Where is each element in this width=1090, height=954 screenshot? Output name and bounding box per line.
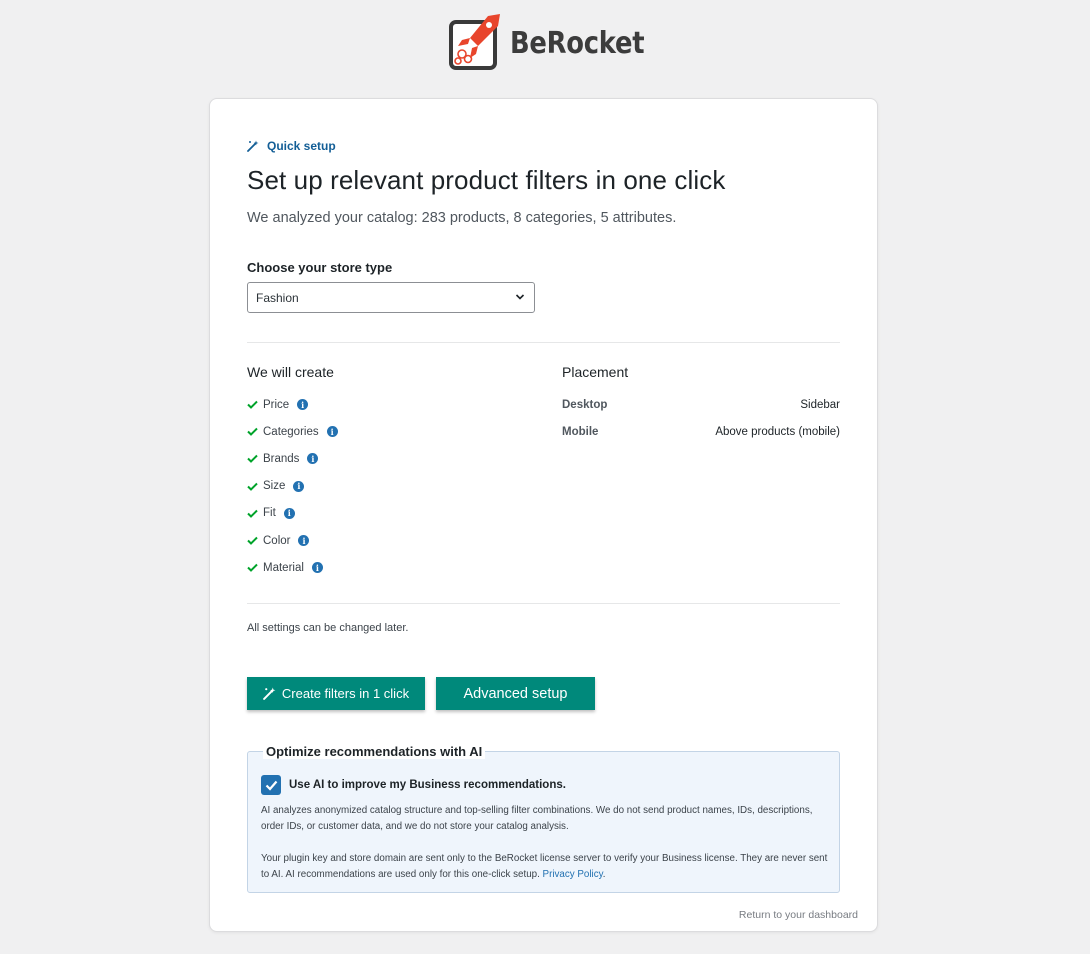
- info-icon[interactable]: i: [307, 453, 319, 465]
- info-icon[interactable]: i: [311, 562, 323, 574]
- placement-value: Sidebar: [800, 398, 840, 411]
- store-type-select[interactable]: Fashion: [247, 282, 535, 313]
- filter-name: Material: [263, 561, 304, 574]
- placement-row-mobile: Mobile Above products (mobile): [562, 418, 840, 445]
- checkmark-icon: [265, 780, 277, 791]
- ai-license-note: Your plugin key and store domain are sen…: [261, 853, 828, 880]
- settings-note: All settings can be changed later.: [247, 622, 409, 634]
- filter-name: Size: [263, 480, 286, 493]
- checkmark-icon: [247, 536, 258, 545]
- page-title: Set up relevant product filters in one c…: [247, 165, 726, 195]
- filter-name: Color: [263, 534, 291, 547]
- info-icon[interactable]: i: [297, 399, 309, 411]
- list-item: Fit i: [247, 500, 338, 527]
- checkmark-icon: [247, 509, 258, 518]
- ai-checkbox-label: Use AI to improve my Business recommenda…: [289, 779, 566, 791]
- placement-list: Desktop Sidebar Mobile Above products (m…: [562, 391, 840, 445]
- brand-name: BeRocket: [510, 25, 645, 61]
- info-icon[interactable]: i: [326, 426, 338, 438]
- return-dashboard-link[interactable]: Return to your dashboard: [739, 909, 858, 921]
- magic-wand-icon: [263, 687, 276, 700]
- list-item: Size i: [247, 473, 338, 500]
- checkmark-icon: [247, 428, 258, 437]
- store-type-value: Fashion: [256, 290, 299, 305]
- create-filters-button[interactable]: Create filters in 1 click: [247, 677, 425, 710]
- filter-name: Fit: [263, 507, 276, 520]
- list-item: Color i: [247, 527, 338, 554]
- info-icon[interactable]: i: [298, 535, 310, 547]
- list-item: Material i: [247, 554, 338, 581]
- checkmark-icon: [247, 455, 258, 464]
- placement-heading: Placement: [562, 364, 629, 380]
- ai-checkbox[interactable]: [261, 775, 281, 795]
- filter-name: Price: [263, 398, 290, 411]
- info-icon[interactable]: i: [293, 480, 305, 492]
- brand-logo: BeRocket: [448, 14, 666, 72]
- quick-setup-text: Quick setup: [267, 139, 336, 153]
- list-item: Categories i: [247, 418, 338, 445]
- placement-key: Mobile: [562, 425, 599, 438]
- divider: [247, 603, 840, 604]
- setup-card: Quick setup Set up relevant product filt…: [209, 98, 878, 932]
- advanced-setup-button[interactable]: Advanced setup: [436, 677, 595, 710]
- list-item: Price i: [247, 391, 338, 418]
- checkmark-icon: [247, 564, 258, 573]
- placement-row-desktop: Desktop Sidebar: [562, 391, 840, 418]
- chevron-down-icon: [515, 294, 525, 300]
- create-heading: We will create: [247, 364, 334, 380]
- placement-value: Above products (mobile): [715, 425, 840, 438]
- ai-optimize-fieldset: Optimize recommendations with AI Use AI …: [247, 744, 840, 893]
- privacy-policy-link[interactable]: Privacy Policy: [543, 869, 603, 880]
- list-item: Brands i: [247, 445, 338, 472]
- rocket-logo-icon: [448, 14, 500, 72]
- magic-wand-icon: [247, 140, 259, 152]
- checkmark-icon: [247, 482, 258, 491]
- ai-checkbox-row[interactable]: Use AI to improve my Business recommenda…: [261, 775, 566, 795]
- catalog-summary: We analyzed your catalog: 283 products, …: [247, 210, 677, 226]
- create-filters-label: Create filters in 1 click: [281, 686, 410, 701]
- quick-setup-label: Quick setup: [247, 139, 336, 153]
- filter-list: Price i Categories i Brands i Size i Fit…: [247, 391, 338, 581]
- ai-legend: Optimize recommendations with AI: [263, 744, 486, 759]
- checkmark-icon: [247, 400, 258, 410]
- filter-name: Brands: [263, 452, 300, 465]
- store-type-label: Choose your store type: [247, 260, 393, 275]
- placement-key: Desktop: [562, 398, 608, 411]
- info-icon[interactable]: i: [283, 507, 295, 519]
- divider: [247, 342, 840, 343]
- filter-name: Categories: [263, 425, 319, 438]
- ai-description: AI analyzes anonymized catalog structure…: [261, 805, 813, 832]
